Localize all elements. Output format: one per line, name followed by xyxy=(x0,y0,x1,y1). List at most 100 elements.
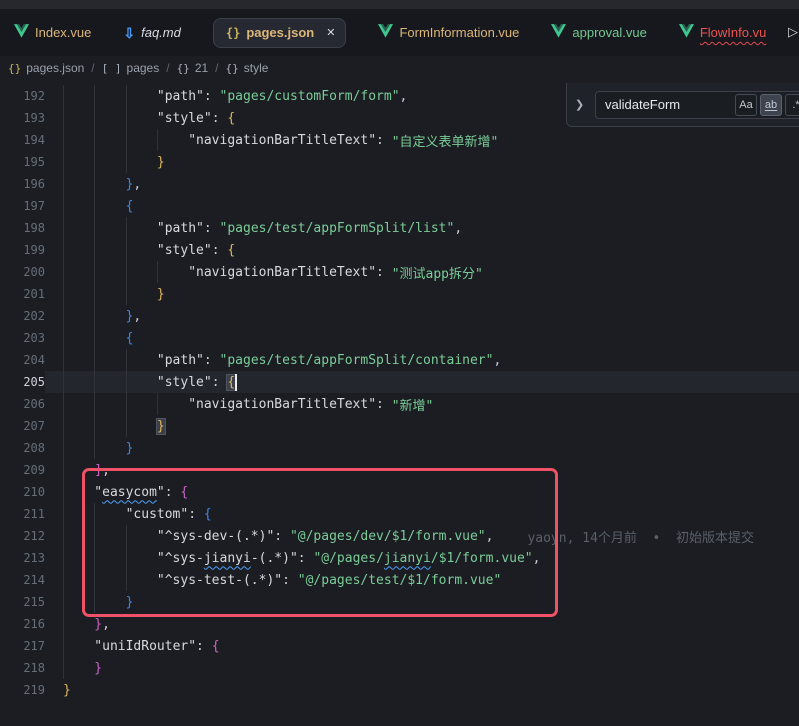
code-line-214[interactable]: 214"^sys-test-(.*)": "@/pages/test/$1/fo… xyxy=(0,569,799,591)
indent-guide xyxy=(126,393,157,415)
code-line-219[interactable]: 219} xyxy=(0,679,799,701)
line-number[interactable]: 192 xyxy=(0,85,45,107)
code-line-196[interactable]: 196}, xyxy=(0,173,799,195)
line-number[interactable]: 214 xyxy=(0,569,45,591)
indent-guide xyxy=(157,129,188,151)
line-number[interactable]: 211 xyxy=(0,503,45,525)
breadcrumb-separator: / xyxy=(215,61,218,75)
line-number[interactable]: 193 xyxy=(0,107,45,129)
tab-pages-json[interactable]: {}pages.json✕ xyxy=(213,18,347,48)
line-number[interactable]: 194 xyxy=(0,129,45,151)
line-number[interactable]: 198 xyxy=(0,217,45,239)
code-line-202[interactable]: 202}, xyxy=(0,305,799,327)
line-number[interactable]: 208 xyxy=(0,437,45,459)
code-line-213[interactable]: 213"^sys-jianyi-(.*)": "@/pages/jianyi/$… xyxy=(0,547,799,569)
code-line-218[interactable]: 218} xyxy=(0,657,799,679)
object-symbol-icon: {} xyxy=(226,62,239,75)
code-token: , xyxy=(400,89,408,104)
code-token: "path" xyxy=(157,353,204,368)
indent-guide xyxy=(94,261,125,283)
line-number[interactable]: 205 xyxy=(0,371,45,393)
find-option-regex[interactable]: .* xyxy=(785,94,799,116)
find-option-match-case[interactable]: Aa xyxy=(735,94,757,116)
code-line-208[interactable]: 208} xyxy=(0,437,799,459)
indent-guide xyxy=(63,371,94,393)
tab-bar: Index.vue ⇩faq.md {}pages.json✕ FormInforma… xyxy=(0,9,799,56)
code-line-194[interactable]: 194"navigationBarTitleText": "自定义表单新增" xyxy=(0,129,799,151)
line-number[interactable]: 203 xyxy=(0,327,45,349)
find-input[interactable]: validateForm Aaab.* xyxy=(595,91,799,119)
line-number[interactable]: 215 xyxy=(0,591,45,613)
code-token: "style" xyxy=(157,111,212,126)
indent-guide xyxy=(63,437,94,459)
breadcrumb-item-21[interactable]: {}21 xyxy=(177,61,209,75)
tab-approval-vue[interactable]: approval.vue xyxy=(551,9,646,56)
tab-forminformation-vue[interactable]: FormInformation.vue xyxy=(378,9,519,56)
code-line-211[interactable]: 211"custom": { xyxy=(0,503,799,525)
line-number[interactable]: 218 xyxy=(0,657,45,679)
code-line-199[interactable]: 199"style": { xyxy=(0,239,799,261)
line-number[interactable]: 216 xyxy=(0,613,45,635)
code-token: "style" xyxy=(157,243,212,258)
tab-label: FlowInfo.vu xyxy=(700,25,766,40)
find-toggle-chevron-icon[interactable]: ❯ xyxy=(575,98,587,111)
code-token: } xyxy=(126,595,134,610)
code-token: "navigationBarTitleText" xyxy=(188,133,376,148)
breadcrumb-item-style[interactable]: {}style xyxy=(226,61,269,75)
code-line-197[interactable]: 197{ xyxy=(0,195,799,217)
indent-guide xyxy=(126,107,157,129)
tab-faq-md[interactable]: ⇩faq.md xyxy=(123,9,180,56)
code-line-198[interactable]: 198"path": "pages/test/appFormSplit/list… xyxy=(0,217,799,239)
line-number[interactable]: 217 xyxy=(0,635,45,657)
tab-flowinfo-vu[interactable]: FlowInfo.vu xyxy=(679,9,766,56)
code-line-205[interactable]: 205"style": { xyxy=(0,371,799,393)
line-content: } xyxy=(45,151,799,173)
code-line-204[interactable]: 204"path": "pages/test/appFormSplit/cont… xyxy=(0,349,799,371)
code-line-210[interactable]: 210"easycom": { xyxy=(0,481,799,503)
indent-guide xyxy=(63,217,94,239)
line-number[interactable]: 206 xyxy=(0,393,45,415)
line-content: "style": { xyxy=(45,239,799,261)
code-line-207[interactable]: 207} xyxy=(0,415,799,437)
code-token: : xyxy=(376,133,392,148)
find-option-whole-word[interactable]: ab xyxy=(760,94,782,116)
line-number[interactable]: 207 xyxy=(0,415,45,437)
tab-index-vue[interactable]: Index.vue xyxy=(14,9,91,56)
code-line-201[interactable]: 201} xyxy=(0,283,799,305)
line-number[interactable]: 200 xyxy=(0,261,45,283)
line-number[interactable]: 196 xyxy=(0,173,45,195)
indent-guide xyxy=(157,261,188,283)
indent-guide xyxy=(94,195,125,217)
code-line-203[interactable]: 203{ xyxy=(0,327,799,349)
code-line-215[interactable]: 215} xyxy=(0,591,799,613)
vue-icon xyxy=(679,24,694,41)
indent-guide xyxy=(63,261,94,283)
line-number[interactable]: 199 xyxy=(0,239,45,261)
code-line-212[interactable]: 212"^sys-dev-(.*)": "@/pages/dev/$1/form… xyxy=(0,525,799,547)
code-line-217[interactable]: 217"uniIdRouter": { xyxy=(0,635,799,657)
close-icon[interactable]: ✕ xyxy=(326,26,335,39)
line-number[interactable]: 213 xyxy=(0,547,45,569)
line-number[interactable]: 202 xyxy=(0,305,45,327)
code-token: "custom" xyxy=(126,507,189,522)
code-line-216[interactable]: 216}, xyxy=(0,613,799,635)
line-number[interactable]: 201 xyxy=(0,283,45,305)
breadcrumb-item-pages[interactable]: [ ]pages xyxy=(102,61,160,75)
line-number[interactable]: 212 xyxy=(0,525,45,547)
code-line-200[interactable]: 200"navigationBarTitleText": "测试app拆分" xyxy=(0,261,799,283)
breadcrumb-item-pages-json[interactable]: {}pages.json xyxy=(8,61,84,75)
line-number[interactable]: 195 xyxy=(0,151,45,173)
code-line-206[interactable]: 206"navigationBarTitleText": "新增" xyxy=(0,393,799,415)
line-number[interactable]: 219 xyxy=(0,679,45,701)
code-line-209[interactable]: 209], xyxy=(0,459,799,481)
tab-overflow-chevron-icon[interactable]: ▷ xyxy=(788,24,798,40)
line-number[interactable]: 210 xyxy=(0,481,45,503)
find-input-value[interactable]: validateForm xyxy=(605,97,732,112)
code-token: : xyxy=(212,243,228,258)
line-number[interactable]: 204 xyxy=(0,349,45,371)
code-editor[interactable]: 192"path": "pages/customForm/form",193"s… xyxy=(0,80,799,726)
indent-guide xyxy=(94,85,125,107)
line-number[interactable]: 209 xyxy=(0,459,45,481)
code-line-195[interactable]: 195} xyxy=(0,151,799,173)
line-number[interactable]: 197 xyxy=(0,195,45,217)
